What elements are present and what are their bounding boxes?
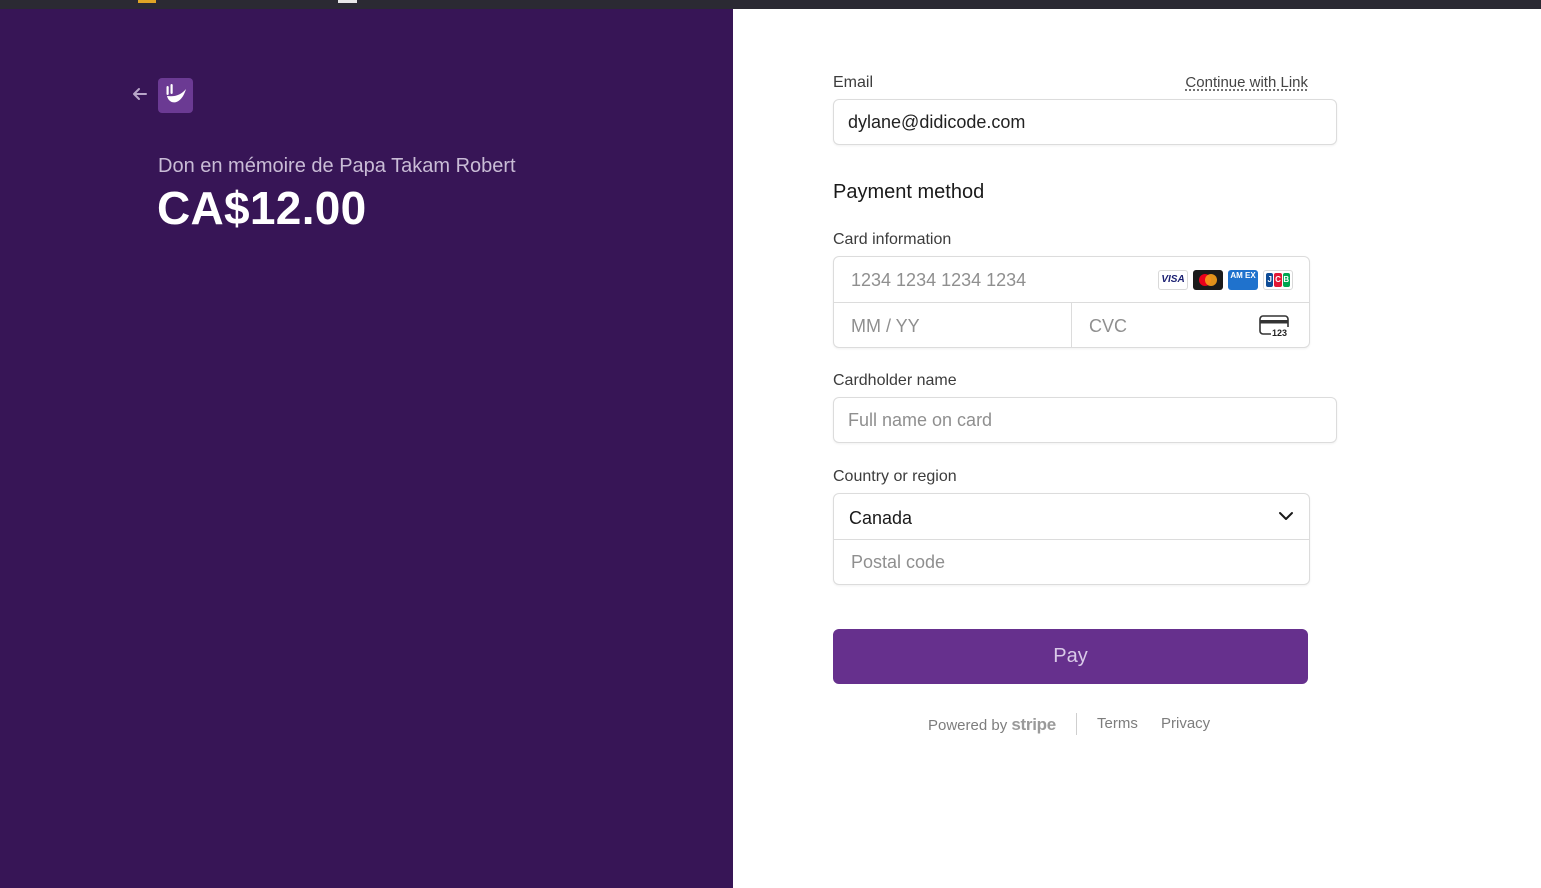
cvc-icon-text: 123 — [1272, 328, 1287, 337]
continue-with-link[interactable]: Continue with Link — [1185, 74, 1308, 91]
amex-icon: AM EX — [1228, 270, 1258, 290]
privacy-link[interactable]: Privacy — [1161, 715, 1210, 732]
country-select[interactable]: Canada — [834, 494, 1309, 539]
card-cvc-input[interactable] — [1087, 303, 1261, 349]
card-brand-icons: VISA AM EX JCB — [1158, 270, 1293, 290]
footer: Powered by stripe Terms Privacy — [833, 713, 1308, 735]
browser-top-strip — [0, 0, 1541, 9]
card-expiry-input[interactable] — [849, 303, 1063, 349]
email-field[interactable] — [833, 99, 1337, 145]
mastercard-icon — [1193, 270, 1223, 290]
product-price: CA$12.00 — [157, 182, 367, 234]
merchant-logo-icon — [158, 78, 193, 113]
order-summary-panel: Don en mémoire de Papa Takam Robert CA$1… — [0, 9, 733, 888]
country-address-group: Canada — [833, 493, 1310, 585]
terms-link[interactable]: Terms — [1097, 715, 1138, 732]
email-label: Email — [833, 74, 874, 91]
country-selected-value: Canada — [849, 508, 913, 528]
stripe-logo: stripe — [1011, 715, 1056, 734]
card-divider-vertical — [1071, 302, 1072, 347]
payment-method-heading: Payment method — [833, 181, 985, 203]
chevron-down-icon — [1279, 512, 1293, 520]
visa-icon: VISA — [1158, 270, 1188, 290]
back-arrow-icon[interactable] — [130, 84, 150, 104]
card-number-input[interactable] — [849, 257, 1153, 304]
powered-by-stripe: Powered by stripe — [928, 715, 1056, 735]
pay-button[interactable]: Pay — [833, 629, 1308, 684]
powered-by-text: Powered by — [928, 717, 1008, 734]
product-name: Don en mémoire de Papa Takam Robert — [158, 155, 516, 177]
footer-divider — [1076, 713, 1077, 735]
cardholder-name-field[interactable] — [833, 397, 1337, 443]
card-information-group: VISA AM EX JCB 123 — [833, 256, 1310, 349]
postal-code-input[interactable] — [849, 540, 1293, 585]
country-label: Country or region — [833, 468, 957, 485]
cvc-card-icon: 123 — [1259, 315, 1290, 337]
card-information-label: Card information — [833, 231, 952, 248]
cardholder-name-label: Cardholder name — [833, 372, 957, 389]
jcb-icon: JCB — [1263, 270, 1293, 290]
